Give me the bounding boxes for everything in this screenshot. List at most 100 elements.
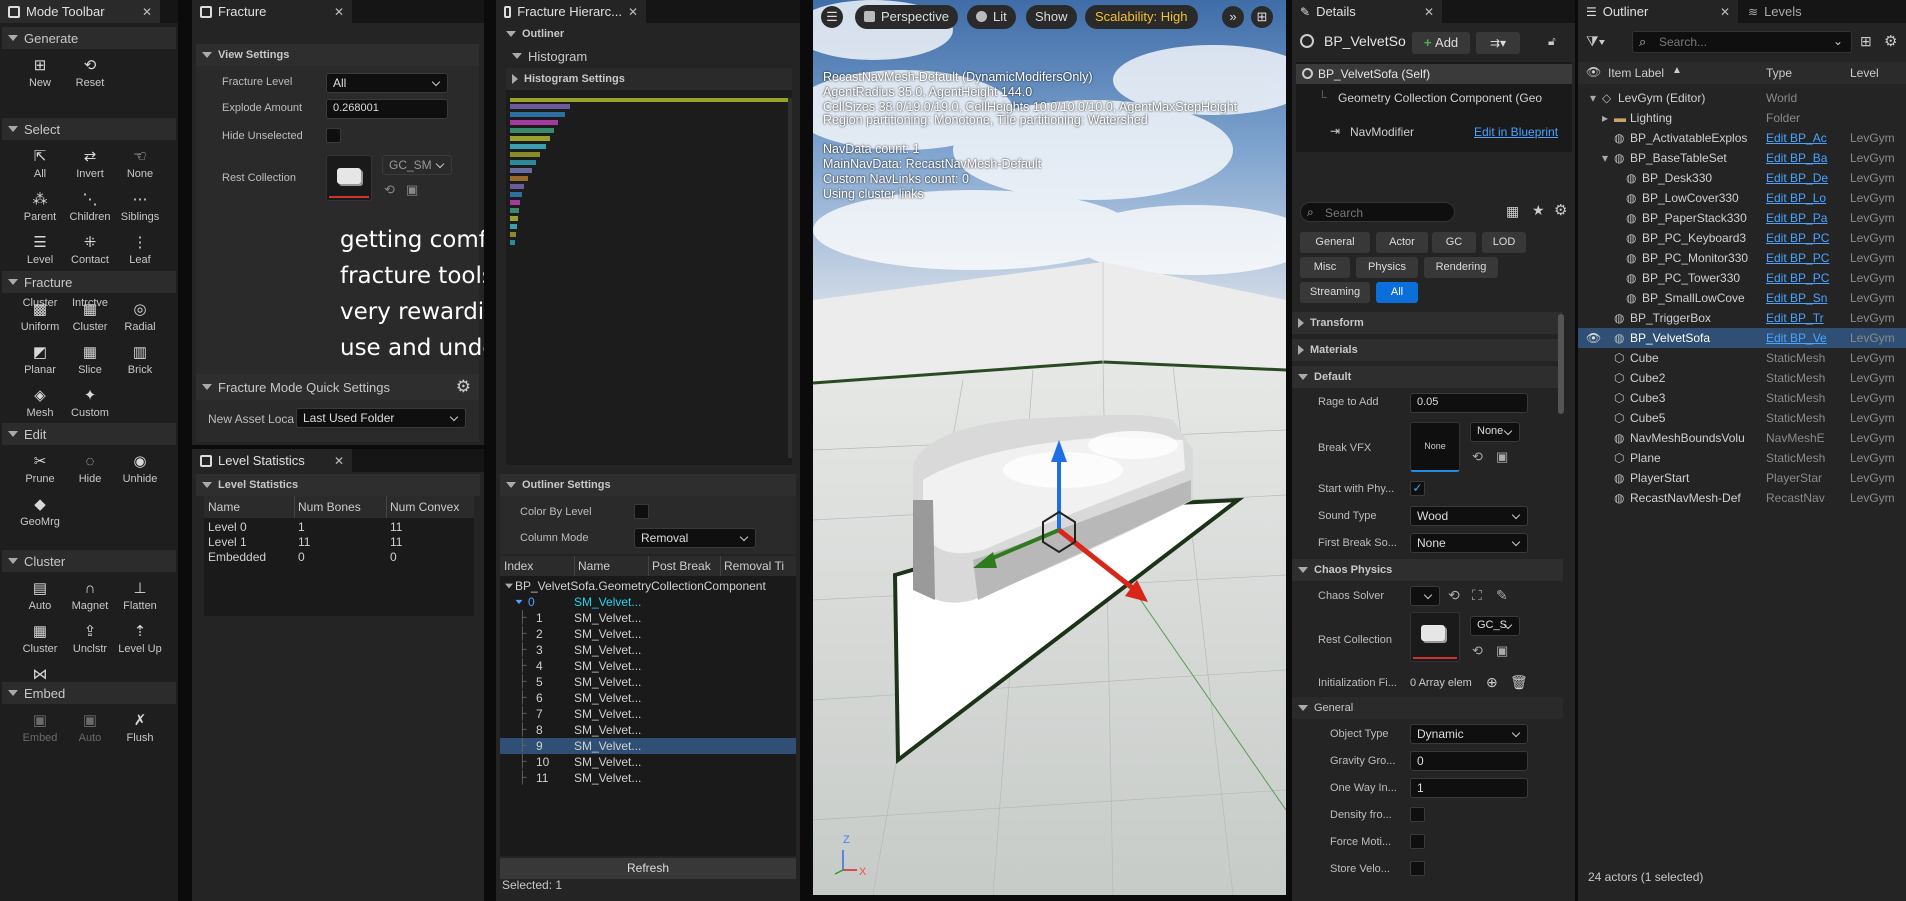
tool-planar-button[interactable]: ◩ Planar xyxy=(16,344,64,376)
close-icon[interactable]: ✕ xyxy=(1720,5,1730,19)
browse-icon[interactable]: ⟲ xyxy=(1448,587,1460,604)
outliner-row[interactable]: ⬡ Plane StaticMesh LevGym xyxy=(1578,448,1906,468)
table-view-icon[interactable]: ▦ xyxy=(1506,203,1519,220)
tab-fracture-hierarchy[interactable]: Fracture Hierarc... ✕ xyxy=(496,0,646,23)
tool-uniform-button[interactable]: ▩ Uniform xyxy=(16,301,64,333)
toolbar-section-header[interactable]: Embed xyxy=(2,682,176,704)
histogram-bar[interactable] xyxy=(510,208,519,213)
close-icon[interactable]: ✕ xyxy=(334,454,344,468)
store-velocities-checkbox[interactable] xyxy=(1410,861,1425,876)
first-break-sound-dropdown[interactable]: None xyxy=(1410,533,1528,553)
component-row-geometry[interactable]: └ Geometry Collection Component (Geo xyxy=(1296,88,1572,108)
close-icon[interactable]: ✕ xyxy=(334,5,344,19)
tool-slice-button[interactable]: ▦ Slice xyxy=(66,344,114,376)
histogram-bar[interactable] xyxy=(510,184,524,189)
eyedropper-icon[interactable]: ✎ xyxy=(1496,587,1508,604)
outliner-row[interactable]: ◍ PlayerStart PlayerStar LevGym xyxy=(1578,468,1906,488)
outliner-row[interactable]: ◍ BP_SmallLowCove Edit BP_Sn LevGym xyxy=(1578,288,1906,308)
outliner-item-type[interactable]: Edit BP_PC xyxy=(1766,251,1846,265)
density-checkbox[interactable] xyxy=(1410,807,1425,822)
tree-row[interactable]: ├ 9 SM_Velvet... xyxy=(500,738,796,754)
collapse-icon[interactable]: ▾ xyxy=(1590,91,1596,105)
outliner-item-type[interactable]: Edit BP_Ac xyxy=(1766,131,1846,145)
chaos-solver-dropdown[interactable] xyxy=(1410,586,1440,606)
histogram-bar[interactable] xyxy=(510,136,550,141)
filter-rendering-button[interactable]: Rendering xyxy=(1424,257,1498,278)
object-type-dropdown[interactable]: Dynamic xyxy=(1410,724,1528,744)
outliner-row[interactable]: ◍ BP_ActivatableExplos Edit BP_Ac LevGym xyxy=(1578,128,1906,148)
histogram-bar[interactable] xyxy=(510,200,520,205)
category-default[interactable]: Default xyxy=(1292,366,1563,388)
tool-none-button[interactable]: ☜ None xyxy=(116,148,164,180)
visibility-column-icon[interactable]: 👁︎ xyxy=(1586,65,1601,79)
outliner-row[interactable]: ◍ BP_PC_Keyboard3 Edit BP_PC LevGym xyxy=(1578,228,1906,248)
outliner-row[interactable]: ◍ BP_Desk330 Edit BP_De LevGym xyxy=(1578,168,1906,188)
outliner-row[interactable]: ⬡ Cube2 StaticMesh LevGym xyxy=(1578,368,1906,388)
outliner-item-type[interactable]: Edit BP_Sn xyxy=(1766,291,1846,305)
folder-icon[interactable]: ▣ xyxy=(1496,643,1508,659)
tool-level-up-button[interactable]: ⇡ Level Up xyxy=(116,623,164,655)
perspective-button[interactable]: Perspective xyxy=(855,5,958,29)
outliner-item-type[interactable]: Edit BP_Ba xyxy=(1766,151,1846,165)
scalability-button[interactable]: Scalability: High xyxy=(1085,5,1198,29)
filter-streaming-button[interactable]: Streaming xyxy=(1300,282,1370,303)
tool-contact-button[interactable]: ⁜ Contact xyxy=(66,234,114,266)
histogram-bar[interactable] xyxy=(510,240,515,245)
refresh-button[interactable]: Refresh xyxy=(500,858,796,879)
outliner-settings-header[interactable]: Outliner Settings xyxy=(500,474,796,496)
visibility-icon[interactable]: 👁︎ xyxy=(1586,331,1601,345)
column-header[interactable]: Num Convex xyxy=(390,500,459,514)
outliner-row[interactable]: ◍ BP_LowCover330 Edit BP_Lo LevGym xyxy=(1578,188,1906,208)
outliner-row[interactable]: ◍ BP_TriggerBox Edit BP_Tr LevGym xyxy=(1578,308,1906,328)
outliner-row[interactable]: ▸ ▬ Lighting Folder xyxy=(1578,108,1906,128)
tab-mode-toolbar[interactable]: Mode Toolbar ✕ xyxy=(0,0,160,23)
tree-row[interactable]: ├ 7 SM_Velvet... xyxy=(500,706,796,722)
toolbar-section-header[interactable]: Cluster xyxy=(2,550,176,572)
outliner-row[interactable]: ◍ BP_PC_Tower330 Edit BP_PC LevGym xyxy=(1578,268,1906,288)
outliner-row[interactable]: 👁︎ ◍ BP_VelvetSofa Edit BP_Ve LevGym xyxy=(1578,328,1906,348)
filter-icon[interactable]: ⧩▾ xyxy=(1586,33,1605,50)
histogram-bar[interactable] xyxy=(510,232,516,237)
histogram-header[interactable]: Histogram xyxy=(506,45,796,67)
tool-brick-button[interactable]: ▥ Brick xyxy=(116,344,164,376)
tool-mesh-button[interactable]: ◈ Mesh xyxy=(16,387,64,419)
tree-row[interactable]: 0 SM_Velvet... xyxy=(500,594,796,610)
outliner-item-type[interactable]: Edit BP_Ve xyxy=(1766,331,1846,345)
tool-parent-button[interactable]: ⁂ Parent xyxy=(16,191,64,223)
tab-details[interactable]: ✎ Details ✕ xyxy=(1292,0,1442,23)
hierarchy-outliner-header[interactable]: Outliner xyxy=(500,24,796,44)
tab-levels[interactable]: ≋ Levels xyxy=(1740,0,1906,23)
histogram-bar[interactable] xyxy=(510,192,522,197)
component-row-navmodifier[interactable]: ⇥ NavModifier Edit in Blueprint xyxy=(1296,122,1572,142)
tool-invert-button[interactable]: ⇄ Invert xyxy=(66,148,114,180)
column-header[interactable]: Num Bones xyxy=(298,500,361,514)
star-icon[interactable]: ★ xyxy=(1532,202,1545,219)
filter-physics-button[interactable]: Physics xyxy=(1356,257,1418,278)
tool-siblings-button[interactable]: ⋯ Siblings xyxy=(116,191,164,223)
outliner-item-type[interactable]: Edit BP_De xyxy=(1766,171,1846,185)
outliner-row[interactable]: ▾ ◍ BP_BaseTableSet Edit BP_Ba LevGym xyxy=(1578,148,1906,168)
browse-icon[interactable]: ⟲ xyxy=(1472,643,1483,659)
tree-row[interactable]: ├ 2 SM_Velvet... xyxy=(500,626,796,642)
tool-geomrg-button[interactable]: ◆ GeoMrg xyxy=(16,496,64,528)
blueprint-options-button[interactable]: ⇉▾ xyxy=(1476,32,1520,54)
filter-misc-button[interactable]: Misc xyxy=(1300,257,1350,278)
tool-unhide-button[interactable]: ◉ Unhide xyxy=(116,453,164,485)
column-header[interactable]: Index xyxy=(504,559,533,573)
close-icon[interactable]: ✕ xyxy=(142,5,152,19)
outliner-item-type[interactable]: Edit BP_Pa xyxy=(1766,211,1846,225)
tree-row[interactable]: ├ 3 SM_Velvet... xyxy=(500,642,796,658)
histogram-bar[interactable] xyxy=(510,104,570,109)
tool-reset-button[interactable]: ⟲ Reset xyxy=(66,57,114,89)
tool-new-button[interactable]: ⊞ New xyxy=(16,57,64,89)
outliner-search-input[interactable]: ⌕ Search... ⌄ xyxy=(1632,31,1852,53)
lock-icon[interactable]: 🔓︎ xyxy=(1548,34,1556,49)
outliner-row[interactable]: ⬡ Cube StaticMesh LevGym xyxy=(1578,348,1906,368)
chaos-rest-collection-thumbnail[interactable] xyxy=(1410,612,1460,662)
lit-button[interactable]: Lit xyxy=(967,5,1016,29)
start-with-physics-checkbox[interactable]: ✓ xyxy=(1410,481,1425,496)
sound-type-dropdown[interactable]: Wood xyxy=(1410,506,1528,526)
viewport-menu-button[interactable]: ☰ xyxy=(821,6,843,28)
category-transform[interactable]: Transform xyxy=(1292,312,1563,334)
histogram-bar[interactable] xyxy=(510,152,540,157)
